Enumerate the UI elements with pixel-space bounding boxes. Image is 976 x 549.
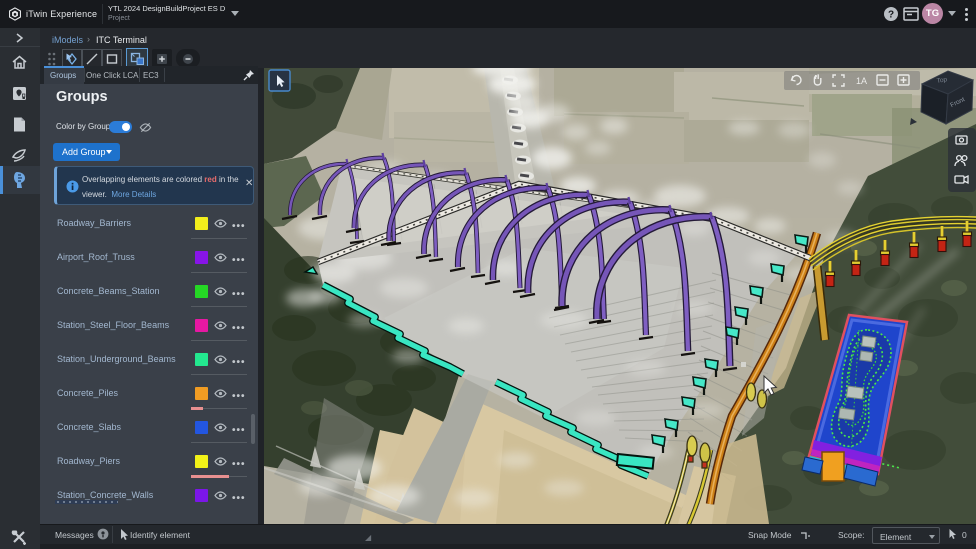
svg-text:?: ?: [888, 10, 894, 21]
svg-text:1A: 1A: [856, 76, 867, 86]
